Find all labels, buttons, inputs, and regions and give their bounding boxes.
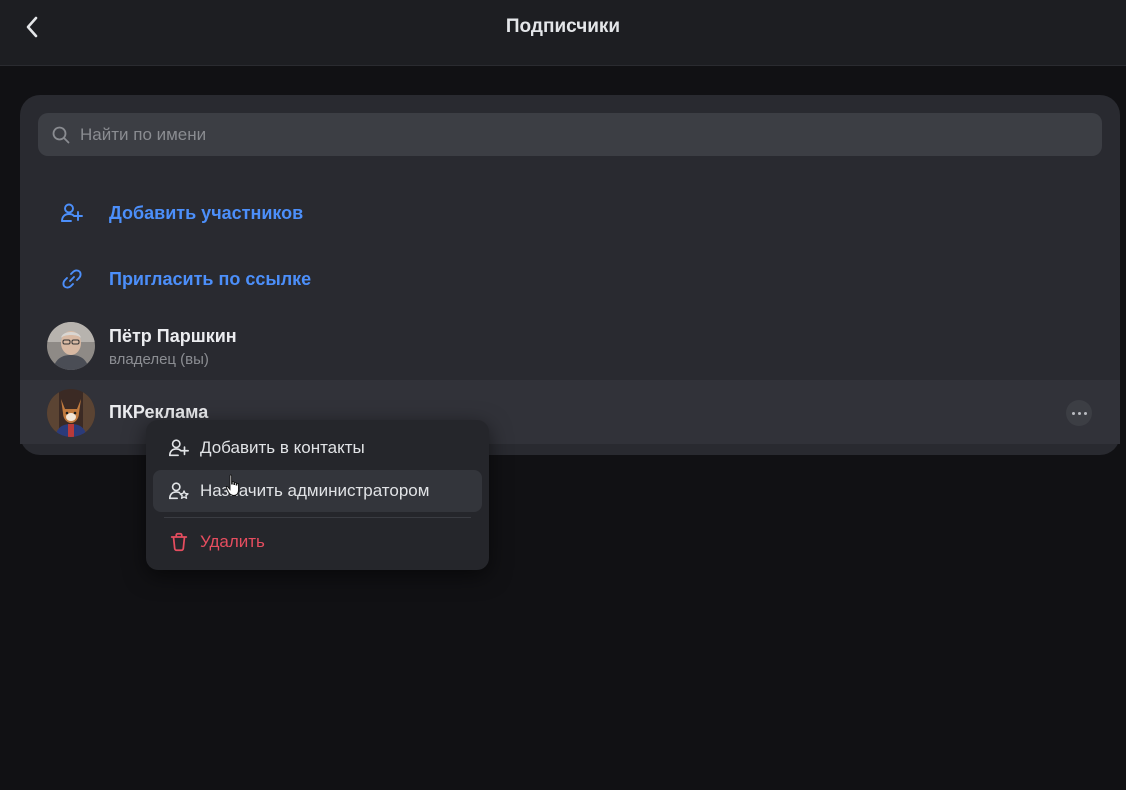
user-plus-icon xyxy=(60,201,84,225)
menu-item-label: Добавить в контакты xyxy=(200,438,365,457)
trash-icon xyxy=(167,530,191,554)
user-star-icon xyxy=(167,479,191,503)
search-box[interactable] xyxy=(38,113,1102,156)
add-members-label: Добавить участников xyxy=(109,202,304,223)
context-menu: Добавить в контакты Назначить администра… xyxy=(146,420,489,570)
avatar xyxy=(47,322,95,370)
search-input[interactable] xyxy=(80,124,980,145)
search-icon xyxy=(52,126,70,143)
pointer-cursor-icon xyxy=(225,474,239,496)
more-dot xyxy=(1071,411,1075,415)
top-bar: Подписчики xyxy=(0,0,1126,66)
menu-divider xyxy=(164,517,471,518)
add-to-contacts-item[interactable]: Добавить в контакты xyxy=(153,427,482,469)
invite-link-button[interactable]: Пригласить по ссылке xyxy=(20,251,1120,307)
avatar xyxy=(47,389,95,437)
more-options-button[interactable] xyxy=(1066,400,1092,426)
member-role: владелец (вы) xyxy=(109,351,209,368)
remove-member-item[interactable]: Удалить xyxy=(153,521,482,563)
menu-item-label: Удалить xyxy=(200,532,265,551)
more-dot xyxy=(1077,411,1081,415)
make-admin-item[interactable]: Назначить администратором xyxy=(153,470,482,512)
link-icon xyxy=(60,267,84,291)
add-members-button[interactable]: Добавить участников xyxy=(20,185,1120,241)
members-panel: Добавить участников Пригласить по ссылке xyxy=(20,95,1120,455)
more-dot xyxy=(1083,411,1087,415)
member-row[interactable]: Пётр Паршкин владелец (вы) xyxy=(20,315,1120,379)
page-title: Подписчики xyxy=(505,16,621,37)
member-name: Пётр Паршкин xyxy=(109,326,237,346)
invite-link-label: Пригласить по ссылке xyxy=(109,268,312,289)
user-plus-icon xyxy=(167,436,191,460)
